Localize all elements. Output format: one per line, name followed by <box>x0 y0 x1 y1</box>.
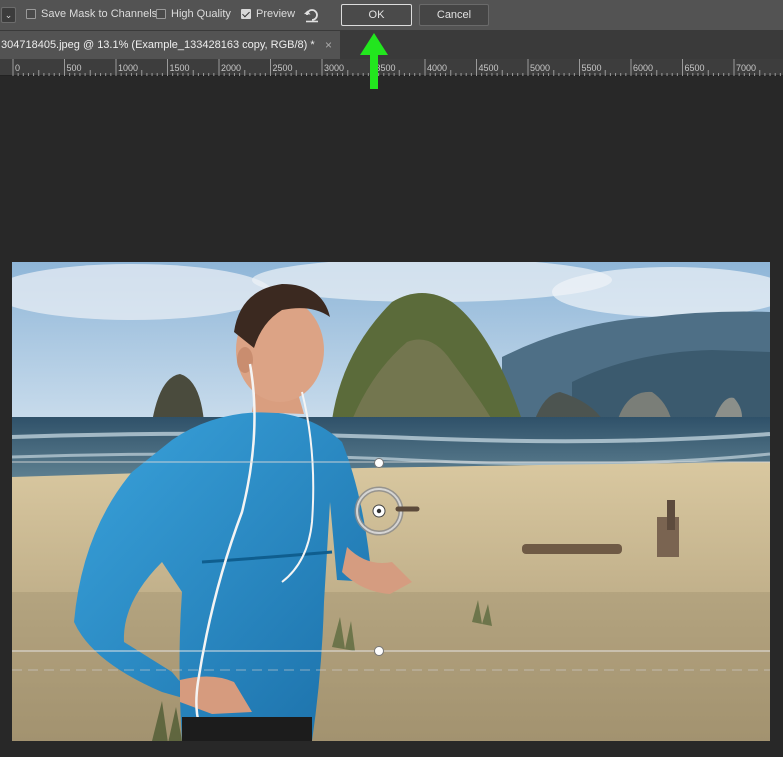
document-tab-bar: 304718405.jpeg @ 13.1% (Example_13342816… <box>0 31 783 59</box>
preview-label: Preview <box>256 8 296 20</box>
ruler-label: 6000 <box>633 63 654 73</box>
preset-dropdown[interactable]: ⌄ <box>1 7 16 23</box>
high-quality-checkbox[interactable] <box>156 9 166 19</box>
save-mask-label: Save Mask to Channels <box>41 8 158 20</box>
document-tab[interactable]: 304718405.jpeg @ 13.1% (Example_13342816… <box>0 31 340 59</box>
canvas-area[interactable] <box>0 77 783 757</box>
ruler-label: 0 <box>15 63 21 73</box>
close-icon[interactable]: × <box>325 31 332 59</box>
preview-option[interactable]: Preview <box>241 8 295 20</box>
ruler-label: 2500 <box>272 63 293 73</box>
photo-canvas[interactable] <box>12 262 770 741</box>
options-bar: ⌄ Save Mask to Channels High Quality Pre… <box>0 0 783 31</box>
high-quality-label: High Quality <box>171 8 231 20</box>
ruler-label: 1000 <box>118 63 139 73</box>
chevron-down-icon: ⌄ <box>4 10 13 20</box>
ruler-label: 3000 <box>324 63 345 73</box>
ruler-label: 2000 <box>221 63 242 73</box>
ok-button[interactable]: OK <box>341 4 412 26</box>
horizontal-ruler[interactable]: 0 500 1000 1500 2000 2500 3000 3500 4000 4500 5000… <box>0 59 783 76</box>
preview-checkbox[interactable] <box>241 9 251 19</box>
save-mask-option[interactable]: Save Mask to Channels <box>26 8 157 20</box>
high-quality-option[interactable]: High Quality <box>156 8 231 20</box>
ruler-label: 5500 <box>581 63 602 73</box>
ruler-label: 4500 <box>478 63 499 73</box>
cancel-button[interactable]: Cancel <box>419 4 489 26</box>
ruler-label: 7000 <box>736 63 757 73</box>
save-mask-checkbox[interactable] <box>26 9 36 19</box>
ruler-label: 6500 <box>684 63 705 73</box>
photoshop-window: ⌄ Save Mask to Channels High Quality Pre… <box>0 0 783 757</box>
green-arrow-icon <box>360 33 388 89</box>
ruler-label: 5000 <box>530 63 551 73</box>
reset-icon[interactable] <box>303 6 321 24</box>
ruler-label: 500 <box>66 63 82 73</box>
beach-runner-photo <box>12 262 770 741</box>
ruler-label: 1500 <box>169 63 190 73</box>
ruler-label: 4000 <box>427 63 448 73</box>
document-title: 304718405.jpeg @ 13.1% (Example_13342816… <box>1 39 315 51</box>
